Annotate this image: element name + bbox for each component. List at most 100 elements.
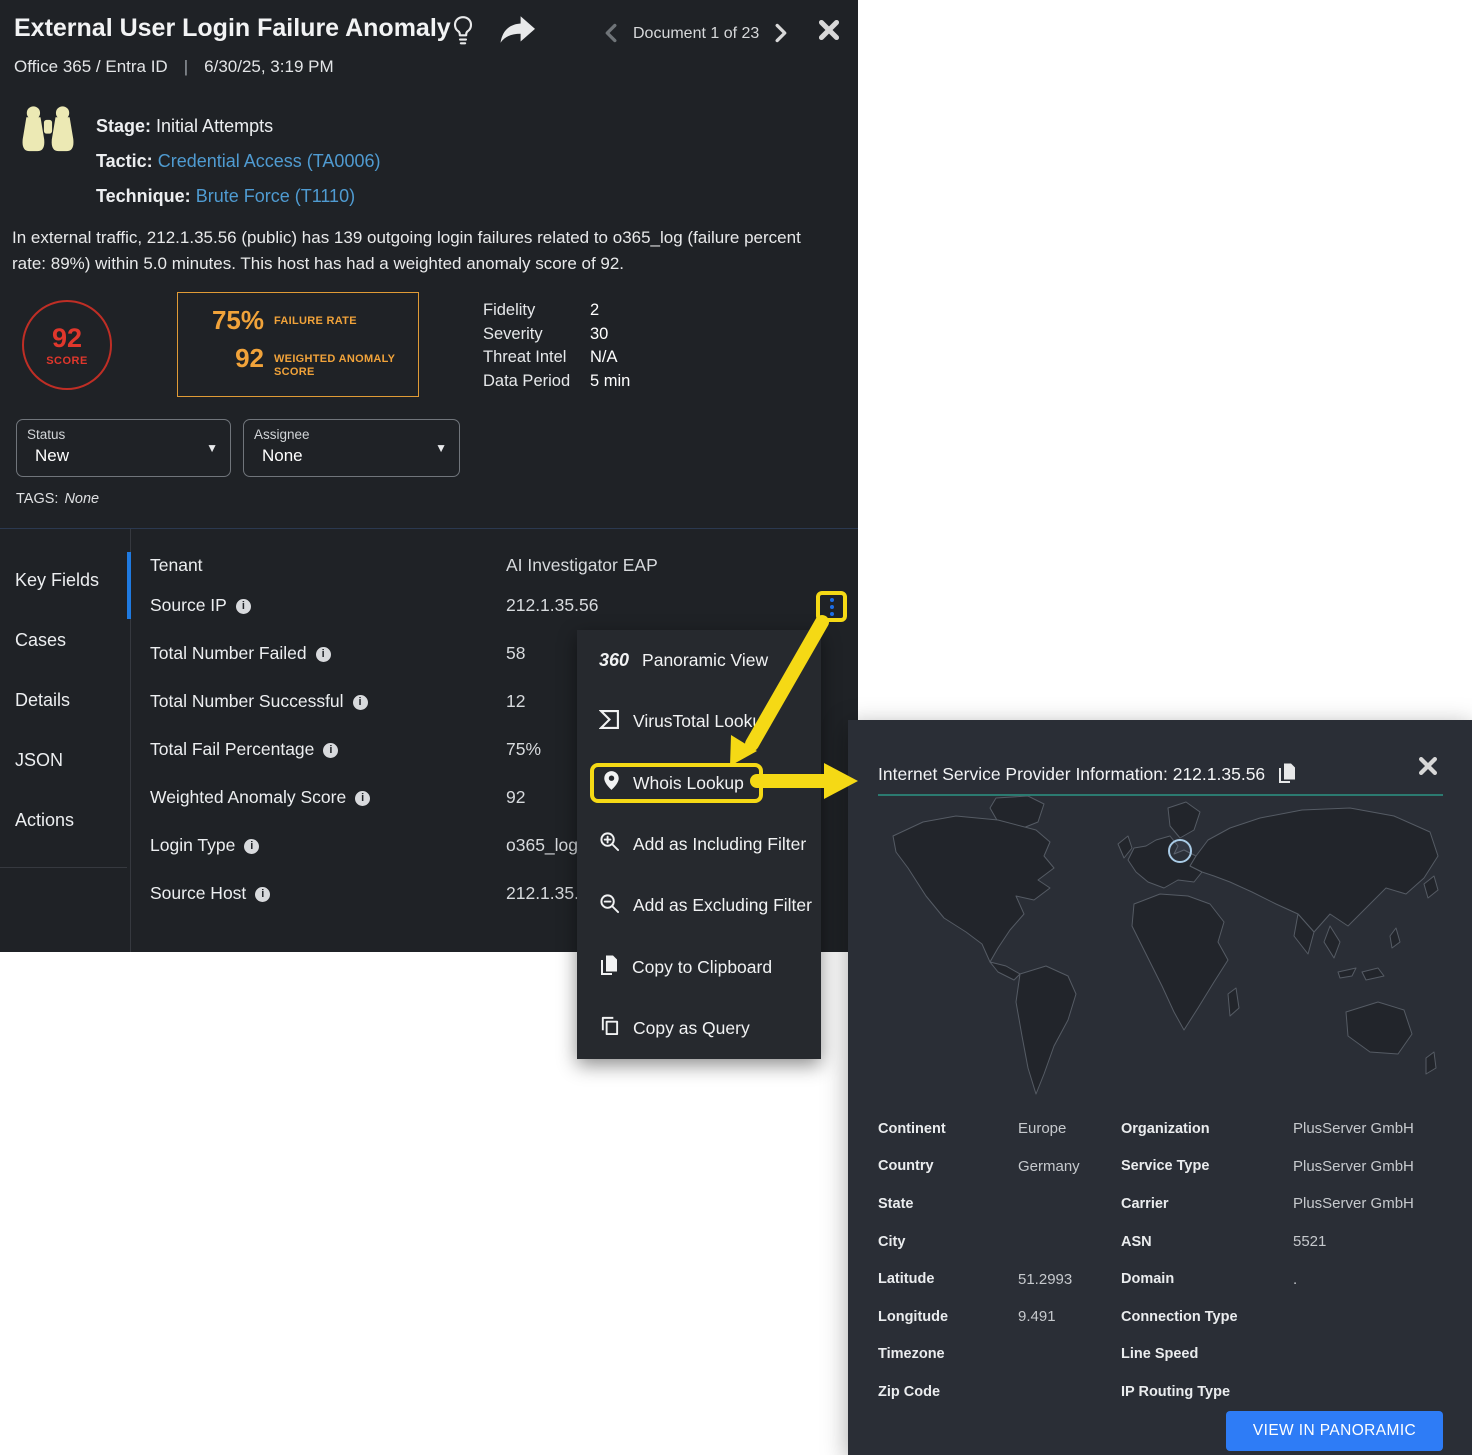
close-panel-button[interactable] — [818, 19, 840, 44]
document-counter: Document 1 of 23 — [633, 25, 759, 43]
menu-item-copy-to-clipboard[interactable]: Copy to Clipboard — [577, 936, 821, 997]
menu-item-virustotal-lookup[interactable]: VirusTotal Lookup — [577, 691, 821, 752]
zoom-plus-icon — [599, 831, 620, 857]
tab-cases[interactable]: Cases — [15, 630, 66, 651]
stat-data-period: Data Period5 min — [483, 370, 630, 394]
alert-subtitle: Office 365 / Entra ID | 6/30/25, 3:19 PM — [14, 57, 334, 77]
technique-link[interactable]: Brute Force (T1110) — [196, 186, 355, 206]
copy-page-icon — [599, 954, 619, 981]
active-tab-indicator — [127, 552, 131, 619]
source-ip-kebab-menu-button[interactable] — [816, 591, 847, 622]
technique-line: Technique: Brute Force (T1110) — [96, 179, 380, 214]
kebab-dot — [830, 612, 834, 616]
info-icon[interactable]: i — [323, 743, 338, 758]
status-dropdown[interactable]: Status New ▼ — [16, 419, 231, 477]
technique-label: Technique: — [96, 186, 191, 206]
risk-score-label: SCORE — [46, 355, 88, 367]
location-pin-icon — [603, 770, 620, 796]
insight-bulb-button[interactable] — [450, 15, 476, 50]
weighted-anomaly-label: WEIGHTED ANOMALY SCORE — [274, 344, 406, 379]
stats-list: Fidelity2 Severity30 Threat IntelN/A Dat… — [483, 299, 630, 393]
next-document-button[interactable] — [775, 23, 788, 46]
stage-line: Stage: Initial Attempts — [96, 109, 380, 144]
kebab-dot — [830, 598, 834, 602]
kebab-dot — [830, 605, 834, 609]
nav-bottom-divider — [0, 867, 127, 868]
tactic-label: Tactic: — [96, 151, 153, 171]
status-dropdown-value: New — [27, 446, 220, 466]
tags-label: TAGS: — [16, 491, 58, 507]
failure-rate-label: FAILURE RATE — [274, 306, 357, 328]
copy-ip-button[interactable] — [1277, 762, 1297, 787]
zoom-minus-icon — [599, 893, 620, 919]
stage-label: Stage: — [96, 116, 151, 136]
source-ip-context-menu: 360 Panoramic View VirusTotal Lookup Who… — [577, 630, 821, 1059]
chevron-right-icon — [775, 23, 788, 46]
metrics-box: 75% FAILURE RATE 92 WEIGHTED ANOMALY SCO… — [177, 292, 419, 397]
copy-icon — [1277, 772, 1297, 787]
tab-json[interactable]: JSON — [15, 750, 63, 771]
world-map — [878, 796, 1443, 1101]
info-icon[interactable]: i — [316, 647, 331, 662]
menu-item-add-including-filter[interactable]: Add as Including Filter — [577, 814, 821, 875]
geo-location-marker — [1169, 840, 1191, 862]
menu-item-add-excluding-filter[interactable]: Add as Excluding Filter — [577, 875, 821, 936]
info-icon[interactable]: i — [236, 599, 251, 614]
info-icon[interactable]: i — [255, 887, 270, 902]
panoramic-360-icon: 360 — [599, 650, 629, 671]
dropdown-arrow-icon: ▼ — [435, 441, 447, 455]
menu-item-panoramic-view[interactable]: 360 Panoramic View — [577, 630, 821, 691]
anomaly-description: In external traffic, 212.1.35.56 (public… — [12, 225, 818, 277]
info-icon[interactable]: i — [355, 791, 370, 806]
assignee-dropdown[interactable]: Assignee None ▼ — [243, 419, 460, 477]
popup-close-button[interactable] — [1418, 756, 1438, 779]
risk-score-value: 92 — [52, 324, 82, 352]
stat-fidelity: Fidelity2 — [483, 299, 630, 323]
status-dropdown-label: Status — [27, 427, 220, 442]
assignee-dropdown-label: Assignee — [254, 427, 449, 442]
share-button[interactable] — [497, 16, 537, 49]
tab-details[interactable]: Details — [15, 690, 70, 711]
copy-pages-icon — [599, 1015, 620, 1041]
assignee-dropdown-value: None — [254, 446, 449, 466]
weighted-anomaly-row: 92 WEIGHTED ANOMALY SCORE — [190, 344, 406, 379]
isp-info-popup: Internet Service Provider Information: 2… — [848, 720, 1472, 1455]
failure-rate-row: 75% FAILURE RATE — [190, 306, 406, 334]
close-icon — [818, 29, 840, 44]
tactic-line: Tactic: Credential Access (TA0006) — [96, 144, 380, 179]
menu-item-copy-as-query[interactable]: Copy as Query — [577, 998, 821, 1059]
lightbulb-icon — [450, 35, 476, 50]
section-divider — [0, 528, 858, 529]
field-row-tenant: Tenant AI Investigator EAP — [150, 555, 818, 576]
field-row-source-ip: Source IPi 212.1.35.56 — [150, 595, 818, 616]
whois-highlight-box: Whois Lookup — [590, 763, 763, 803]
datasource-label: Office 365 / Entra ID — [14, 57, 168, 77]
alert-timestamp: 6/30/25, 3:19 PM — [204, 57, 333, 77]
chevron-left-icon — [604, 23, 617, 46]
popup-title: Internet Service Provider Information: 2… — [878, 764, 1265, 785]
tags-value: None — [64, 491, 99, 507]
stat-threat-intel: Threat IntelN/A — [483, 346, 630, 370]
popup-header: Internet Service Provider Information: 2… — [878, 762, 1297, 787]
stage-value: Initial Attempts — [156, 116, 273, 136]
dropdown-arrow-icon: ▼ — [206, 441, 218, 455]
screenshot-canvas: External User Login Failure Anomaly — [0, 0, 1472, 1455]
view-in-panoramic-button[interactable]: VIEW IN PANORAMIC — [1226, 1411, 1443, 1451]
close-icon — [1418, 764, 1438, 779]
share-arrow-icon — [497, 34, 537, 49]
tab-key-fields[interactable]: Key Fields — [15, 570, 99, 591]
prev-document-button[interactable] — [604, 23, 617, 46]
info-icon[interactable]: i — [244, 839, 259, 854]
menu-item-whois-lookup[interactable]: Whois Lookup — [577, 753, 821, 814]
tactic-link[interactable]: Credential Access (TA0006) — [158, 151, 381, 171]
failure-rate-value: 75% — [190, 306, 264, 334]
info-icon[interactable]: i — [353, 695, 368, 710]
page-title: External User Login Failure Anomaly — [14, 14, 451, 43]
weighted-anomaly-value: 92 — [190, 344, 264, 372]
document-pagination: Document 1 of 23 — [604, 20, 788, 48]
subtitle-separator: | — [184, 57, 188, 77]
geo-info-table: ContinentEurope OrganizationPlusServer G… — [878, 1110, 1443, 1411]
risk-score-badge: 92 SCORE — [22, 300, 112, 390]
tab-actions[interactable]: Actions — [15, 810, 74, 831]
virustotal-icon — [599, 709, 620, 735]
